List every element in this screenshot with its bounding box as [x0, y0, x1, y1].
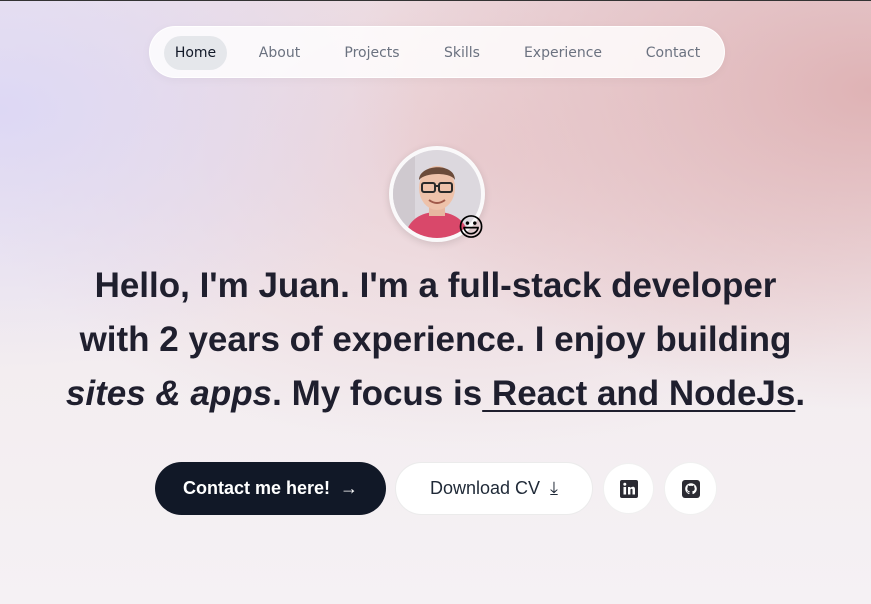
top-navigation: Home About Projects Skills Experience Co… [149, 26, 725, 78]
tech-stack: React and NodeJs [482, 374, 796, 413]
years: 2 years [159, 320, 280, 359]
nav-item-skills[interactable]: Skills [434, 36, 490, 70]
headline-text: I'm a [349, 266, 448, 305]
arrow-right-icon: → [340, 478, 359, 498]
download-cv-label: Download CV [429, 478, 541, 498]
download-cv-button[interactable]: Download CV ⤓ [395, 462, 593, 515]
github-button[interactable] [664, 462, 717, 515]
headline-text: of experience. I enjoy building [279, 320, 792, 359]
contact-me-label: Contact me here! [182, 478, 331, 498]
contact-me-button[interactable]: Contact me here! → [155, 462, 386, 515]
nav-item-experience[interactable]: Experience [514, 36, 612, 70]
headline-text: . [795, 374, 806, 413]
linkedin-icon [619, 479, 638, 498]
smiley-emoji-icon: 😃 [457, 213, 485, 243]
headline-text: with [79, 320, 160, 359]
hero-headline: Hello, I'm Juan. I'm a full-stack develo… [40, 259, 831, 421]
role: full-stack developer [447, 266, 777, 305]
sites-and-apps: sites & apps [65, 374, 273, 413]
github-icon [681, 479, 700, 498]
download-icon: ⤓ [550, 478, 559, 498]
nav-item-home[interactable]: Home [164, 36, 227, 70]
nav-item-projects[interactable]: Projects [334, 36, 410, 70]
nav-item-contact[interactable]: Contact [636, 36, 710, 70]
headline-text: . My focus is [272, 374, 483, 413]
nav-item-about[interactable]: About [248, 36, 311, 70]
greeting: Hello, I'm Juan. [94, 266, 350, 305]
linkedin-button[interactable] [603, 463, 654, 514]
